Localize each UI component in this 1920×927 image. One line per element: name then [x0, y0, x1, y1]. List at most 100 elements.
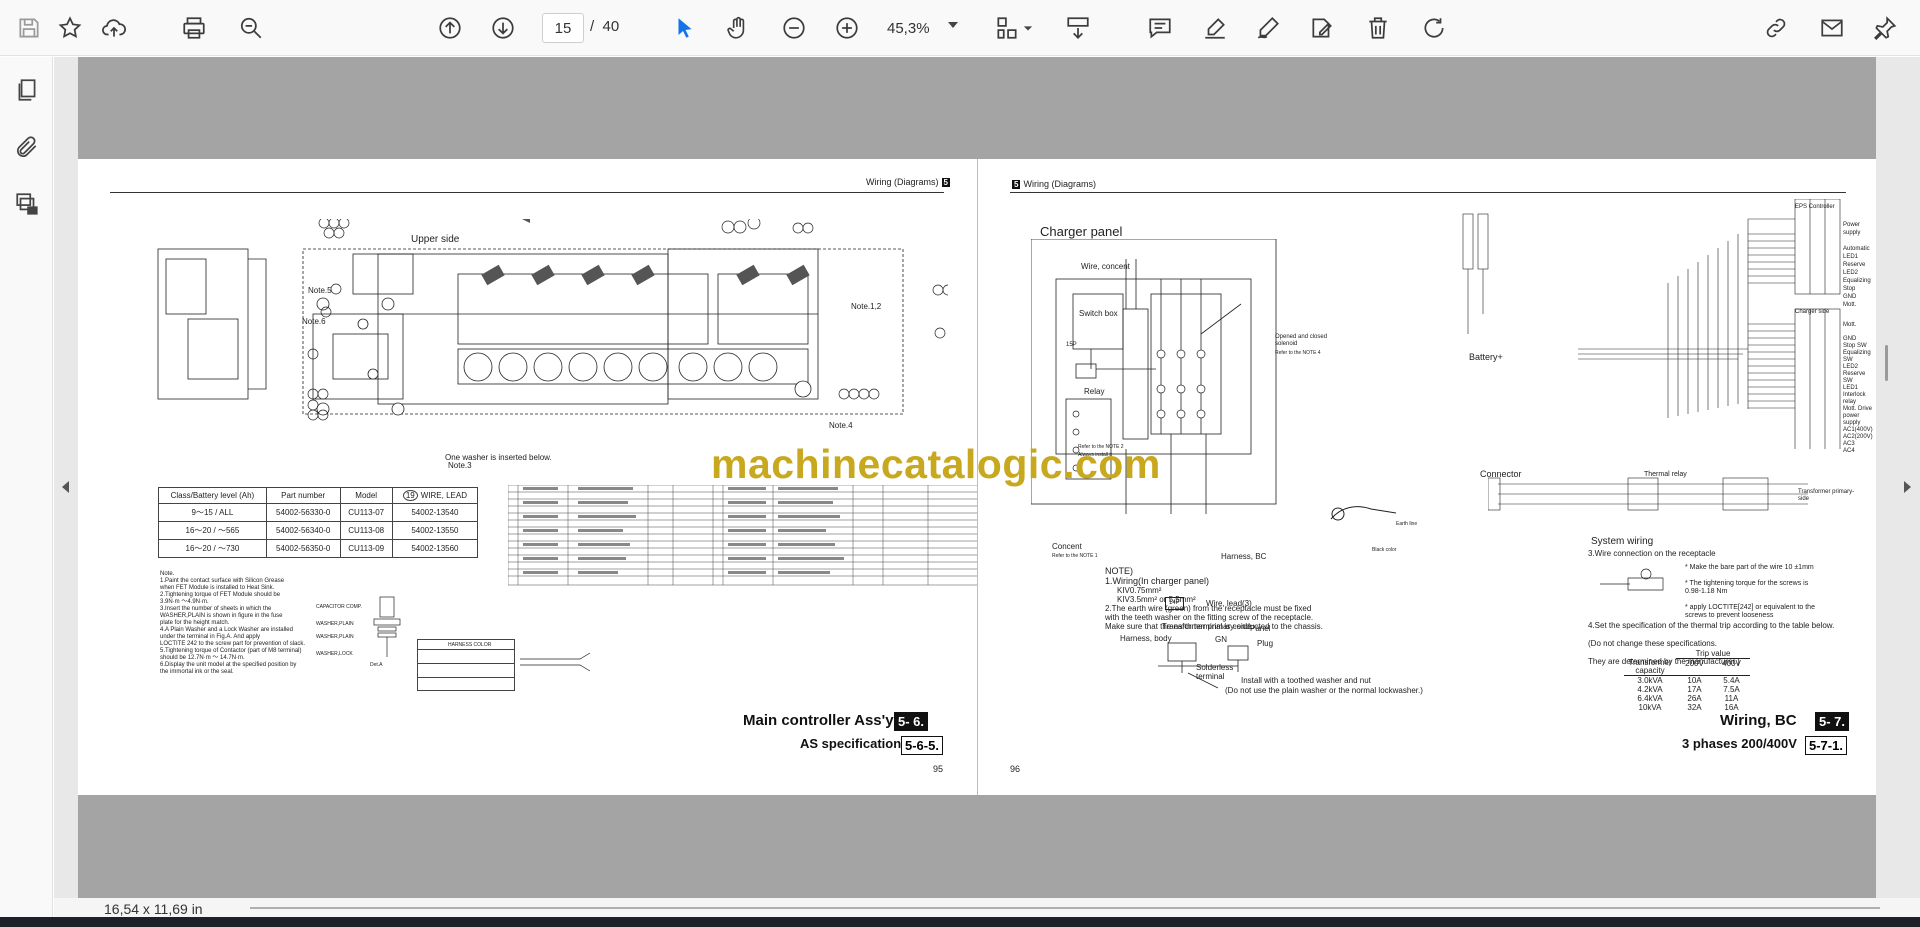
- comment-icon[interactable]: [1142, 10, 1178, 46]
- gn-label: GN: [1215, 635, 1227, 644]
- subsection-caption: 3 phases 200/400V: [1682, 736, 1797, 751]
- subsection-number-badge: 5-7-1.: [1805, 736, 1847, 755]
- highlight-pen-icon[interactable]: [1197, 10, 1233, 46]
- left-sidebar: [0, 57, 53, 917]
- note4-block: 4.Set the specification of the thermal t…: [1588, 621, 1834, 666]
- previous-page-arrow-icon[interactable]: [62, 481, 69, 493]
- page-thumbnails-icon[interactable]: [10, 73, 44, 107]
- page-number-input[interactable]: [542, 13, 584, 43]
- table-cell: 54002-56350-0: [265, 539, 341, 558]
- page-up-icon[interactable]: [432, 10, 468, 46]
- page-gap-top: [78, 57, 1876, 159]
- save-icon[interactable]: [11, 10, 47, 46]
- tag-15p: 15P: [1066, 342, 1077, 348]
- table-row: 9～15 / ALL 54002-56330-0 CU113-07 54002-…: [158, 503, 479, 522]
- notes-block: Note. 1.Paint the contact surface with S…: [160, 571, 305, 676]
- table-cell: 4.2kVA: [1637, 685, 1663, 694]
- table-cell: 54002-13540: [391, 503, 479, 522]
- table-cell: CU113-07: [339, 503, 393, 522]
- notes-block: NOTE) 1.Wiring(In charger panel) KIV0.75…: [1105, 566, 1323, 631]
- signal-label: AC4: [1843, 448, 1855, 454]
- watermark-text: machinecatalogic.com: [711, 441, 1161, 487]
- table-header: Part number: [265, 487, 341, 504]
- table-row: 10kVA 32A 16A: [1624, 703, 1750, 712]
- stamp-edit-icon[interactable]: [1304, 10, 1340, 46]
- page-down-icon[interactable]: [485, 10, 521, 46]
- signal-label: Reserve SW: [1843, 371, 1866, 384]
- system-wiring-schematic: [1462, 199, 1841, 449]
- note-line: 3.9N·m ～4.9N·m.: [160, 599, 209, 605]
- bullet-line: * The tightening torque for the screws i…: [1685, 580, 1809, 595]
- note-line: 1.Paint the contact surface with Silicon…: [160, 578, 285, 584]
- vertical-scrollbar-thumb[interactable]: [1885, 345, 1888, 381]
- scroll-mode-icon[interactable]: [1060, 10, 1096, 46]
- chevron-down-icon[interactable]: [1018, 10, 1038, 46]
- washer-detail-drawing: [373, 596, 401, 657]
- table-cell: 11A: [1724, 694, 1739, 703]
- note6-label: Note.6: [302, 317, 326, 326]
- rotate-icon[interactable]: [1416, 10, 1452, 46]
- wire-col-label: WIRE, LEAD: [420, 491, 467, 500]
- page-size-label: 16,54 x 11,69 in: [104, 901, 203, 917]
- header-section-badge: 5: [1012, 180, 1021, 189]
- eps-signal-list: Power supply Automatic LED1 Reserve LED2…: [1843, 221, 1876, 308]
- email-icon[interactable]: [1814, 10, 1850, 46]
- signal-label: AC3: [1843, 441, 1855, 447]
- note12-label: Note.1,2: [851, 302, 882, 311]
- note-line: under the terminal in Fig.A. And apply: [160, 634, 261, 640]
- note-line: 3.Insert the number of sheets in which t…: [160, 606, 272, 612]
- bookmark-star-icon[interactable]: [52, 10, 88, 46]
- attachment-paperclip-icon[interactable]: [10, 130, 44, 164]
- share-link-icon[interactable]: [1758, 10, 1794, 46]
- taskbar-strip: [0, 917, 1920, 927]
- table-header: Class/Battery level (Ah): [158, 487, 267, 504]
- wire-concent-label: Wire, concent: [1081, 262, 1130, 271]
- zoom-search-icon[interactable]: [233, 10, 269, 46]
- signal-label: GND: [1843, 294, 1857, 300]
- table-cell: 54002-56330-0: [265, 503, 341, 522]
- pin-icon[interactable]: [1867, 10, 1903, 46]
- select-cursor-icon[interactable]: [667, 10, 703, 46]
- delete-trash-icon[interactable]: [1360, 10, 1396, 46]
- black-color-label: Black color: [1372, 547, 1397, 553]
- table-header: 200V: [1685, 659, 1704, 668]
- subsection-number-badge: 5-6-5.: [901, 736, 943, 755]
- note3-bullets: * Make the bare part of the wire 10 ±1mm…: [1685, 564, 1825, 619]
- table-cell: 54002-56340-0: [265, 521, 341, 540]
- draw-pen-icon[interactable]: [1250, 10, 1286, 46]
- refer-note4-label: Refer to the NOTE 4: [1275, 350, 1321, 356]
- print-icon[interactable]: [176, 10, 212, 46]
- page-number-label: 96: [1010, 764, 1021, 774]
- refer-note1-label: Refer to the NOTE 1: [1052, 553, 1098, 559]
- harness-bc-label: Harness, BC: [1221, 552, 1267, 561]
- wire-screw-drawing: [1600, 568, 1664, 591]
- hand-pan-icon[interactable]: [720, 10, 756, 46]
- zoom-in-icon[interactable]: [829, 10, 865, 46]
- page-gap-bottom: [78, 795, 1876, 898]
- signal-label: Mott.: [1843, 302, 1857, 308]
- upload-cloud-icon[interactable]: [96, 10, 132, 46]
- signal-label: Stop SW: [1843, 343, 1867, 349]
- next-page-arrow-icon[interactable]: [1904, 481, 1911, 493]
- note-line: the immortal ink or the seal.: [160, 669, 234, 675]
- horizontal-scrollbar[interactable]: [250, 907, 1880, 909]
- note-line: when FET Module is installed to Heat Sin…: [160, 585, 275, 591]
- layers-lock-icon[interactable]: [10, 187, 44, 221]
- solderless-terminal-label: Solderless terminal: [1196, 663, 1234, 681]
- table-row: 3.0kVA 10A 5.4A: [1624, 676, 1750, 685]
- note-line: WASHER,PLAIN is shown in figure in the f…: [160, 613, 283, 619]
- table-header: 400V: [1722, 659, 1741, 668]
- table-cell: 5.4A: [1723, 676, 1740, 685]
- note3-label: Note.3: [448, 461, 472, 470]
- chevron-down-icon[interactable]: [948, 22, 958, 28]
- zoom-level-dropdown[interactable]: 45,3%: [887, 13, 967, 43]
- zoom-out-icon[interactable]: [776, 10, 812, 46]
- table-row: 16～20 / ～730 54002-56350-0 CU113-09 5400…: [158, 539, 479, 558]
- washer-label: Det.A: [370, 662, 383, 668]
- table-cell: 26A: [1687, 694, 1702, 703]
- table-cell: 9～15 / ALL: [158, 503, 267, 522]
- table-cell: 16A: [1724, 703, 1739, 712]
- note-line: Note.: [160, 571, 175, 577]
- harness-sketch: [520, 652, 591, 672]
- note-line: 4.A Plain Washer and a Lock Washer are i…: [160, 627, 293, 633]
